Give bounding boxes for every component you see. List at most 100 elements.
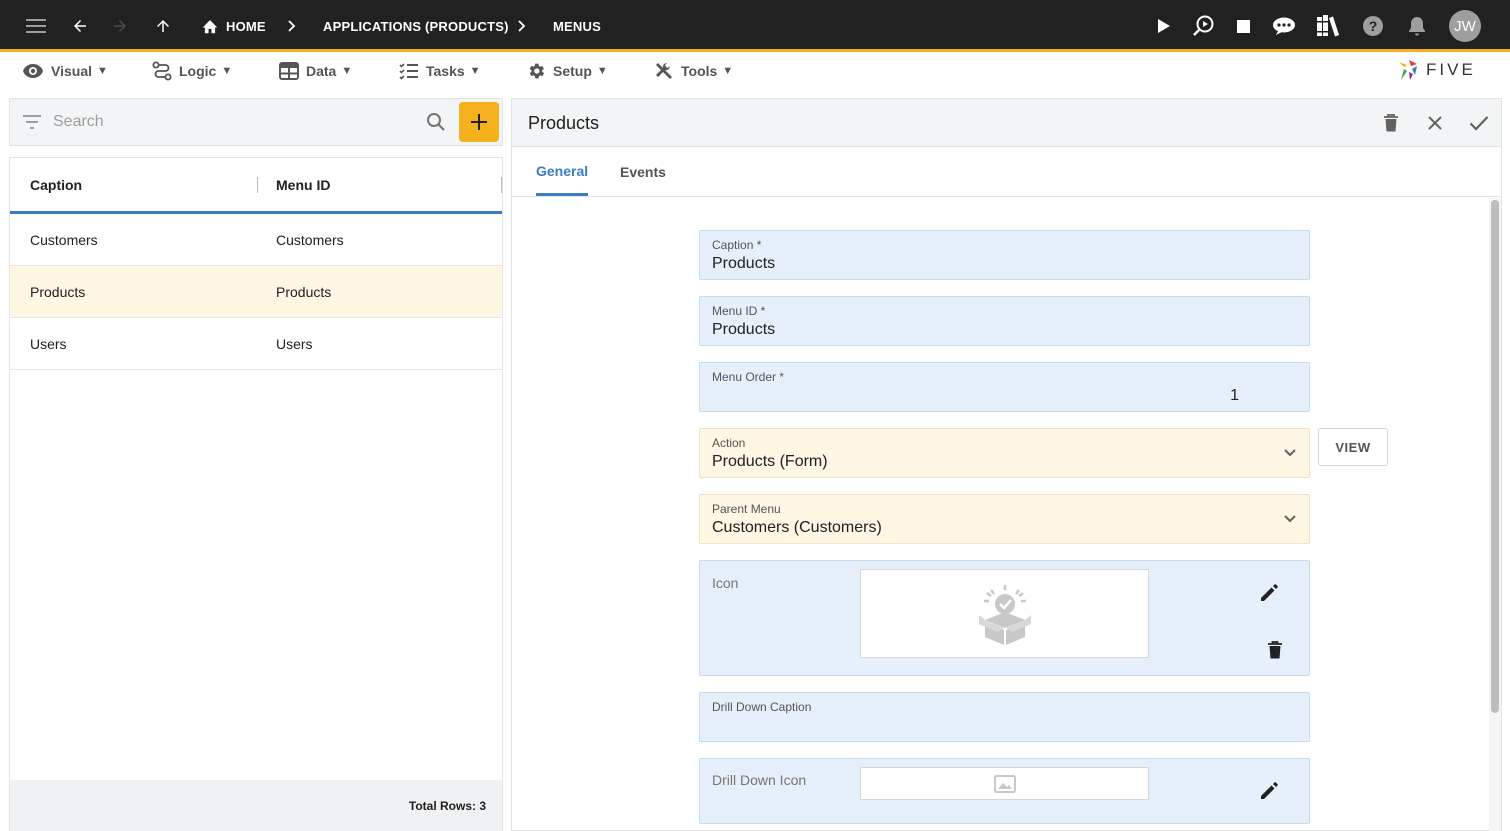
menu-logic[interactable]: Logic ▼	[152, 52, 232, 90]
dropdown-caret-icon: ▼	[221, 65, 233, 77]
add-button[interactable]	[459, 102, 499, 142]
dropdown-caret-icon: ▼	[469, 65, 481, 77]
menu-id-label: Menu ID *	[712, 304, 766, 318]
tools-icon	[656, 62, 672, 79]
table-icon	[279, 62, 299, 80]
tab-general[interactable]: General	[536, 148, 589, 196]
menu-order-value: 1	[1230, 387, 1239, 404]
hamburger-menu-icon[interactable]	[22, 0, 50, 52]
view-button[interactable]: VIEW	[1318, 428, 1388, 466]
table-row-selected[interactable]: Products Products	[10, 266, 502, 318]
drill-down-icon-preview[interactable]	[860, 767, 1149, 800]
menu-bar: Visual ▼ Logic ▼ Data ▼ Tasks ▼ Setup ▼ …	[0, 52, 1510, 92]
table-row[interactable]: Users Users	[10, 318, 502, 370]
edit-icon[interactable]	[1257, 779, 1281, 803]
breadcrumb-home[interactable]: HOME	[226, 0, 266, 52]
column-divider	[501, 177, 502, 193]
menu-tasks-label: Tasks	[426, 63, 465, 79]
search-bar	[9, 98, 503, 146]
help-icon[interactable]: ?	[1361, 0, 1385, 52]
notifications-bell-icon[interactable]	[1405, 0, 1429, 52]
icon-preview[interactable]	[860, 569, 1149, 658]
parent-menu-value: Customers (Customers)	[712, 519, 882, 536]
tasks-icon	[399, 63, 418, 80]
cell-menu-id: Customers	[276, 231, 344, 248]
menu-tools-label: Tools	[681, 63, 718, 79]
menu-list: Caption Menu ID Customers Customers Prod…	[9, 157, 503, 831]
home-icon[interactable]	[199, 0, 221, 52]
library-books-icon[interactable]	[1315, 0, 1341, 52]
chevron-right-icon	[517, 0, 527, 52]
form-panel: Products General Events Caption * Produc…	[511, 98, 1502, 831]
column-header-caption[interactable]: Caption	[30, 158, 82, 211]
cell-caption: Users	[30, 335, 67, 352]
chevron-down-icon[interactable]	[1283, 442, 1297, 469]
cell-menu-id: Users	[276, 335, 313, 352]
caption-field[interactable]: Caption * Products	[699, 230, 1310, 280]
menu-visual[interactable]: Visual ▼	[22, 52, 108, 90]
menu-order-field[interactable]: Menu Order * 1	[699, 362, 1310, 412]
action-select[interactable]: Action Products (Form)	[699, 428, 1310, 478]
drill-down-caption-label: Drill Down Caption	[712, 700, 812, 714]
filter-icon[interactable]	[22, 113, 42, 136]
five-logo: FIVE	[1396, 56, 1476, 84]
stop-icon[interactable]	[1232, 0, 1254, 52]
breadcrumb-menus[interactable]: MENUS	[553, 0, 601, 52]
tab-events[interactable]: Events	[620, 148, 666, 196]
back-arrow-icon[interactable]	[68, 0, 92, 52]
debug-search-icon[interactable]	[1190, 0, 1216, 52]
menu-tools[interactable]: Tools ▼	[654, 52, 733, 90]
table-row[interactable]: Customers Customers	[10, 214, 502, 266]
caption-label: Caption *	[712, 238, 762, 252]
delete-icon[interactable]	[1263, 638, 1287, 662]
column-divider	[257, 177, 258, 193]
edit-icon[interactable]	[1257, 581, 1281, 605]
play-icon[interactable]	[1152, 0, 1176, 52]
cell-caption: Customers	[30, 231, 98, 248]
form-title: Products	[528, 112, 600, 133]
action-value: Products (Form)	[712, 453, 828, 470]
close-icon[interactable]	[1423, 111, 1447, 135]
parent-menu-select[interactable]: Parent Menu Customers (Customers)	[699, 494, 1310, 544]
up-arrow-icon[interactable]	[151, 0, 175, 52]
total-rows: Total Rows: 3	[10, 780, 502, 831]
drill-down-icon-label: Drill Down Icon	[712, 772, 807, 788]
search-input[interactable]	[53, 109, 413, 135]
plus-icon	[471, 114, 487, 130]
image-placeholder-icon	[993, 774, 1016, 793]
user-avatar[interactable]: JW	[1449, 10, 1481, 42]
dropdown-caret-icon: ▼	[722, 65, 734, 77]
cell-menu-id: Products	[276, 283, 332, 300]
menu-setup[interactable]: Setup ▼	[526, 52, 608, 90]
product-box-icon	[978, 584, 1031, 645]
menu-data[interactable]: Data ▼	[279, 52, 352, 90]
menu-setup-label: Setup	[553, 63, 592, 79]
cell-caption: Products	[30, 283, 86, 300]
scrollbar-thumb[interactable]	[1491, 200, 1499, 713]
form-tabs: General Events	[512, 148, 1501, 197]
check-icon[interactable]	[1467, 111, 1491, 135]
menu-id-field[interactable]: Menu ID * Products	[699, 296, 1310, 346]
scrollbar[interactable]	[1489, 198, 1501, 831]
icon-field: Icon	[699, 560, 1310, 676]
list-header: Caption Menu ID	[10, 158, 502, 214]
chevron-right-icon	[287, 0, 297, 52]
logic-icon	[152, 61, 172, 81]
chevron-down-icon[interactable]	[1283, 508, 1297, 535]
column-header-menu-id[interactable]: Menu ID	[276, 158, 330, 211]
menu-visual-label: Visual	[51, 63, 92, 79]
menu-data-label: Data	[306, 63, 337, 79]
dropdown-caret-icon: ▼	[97, 65, 108, 77]
menu-tasks[interactable]: Tasks ▼	[399, 52, 481, 90]
menu-logic-label: Logic	[179, 63, 217, 79]
search-icon[interactable]	[426, 112, 446, 137]
eye-icon	[23, 64, 43, 78]
forward-arrow-icon[interactable]	[108, 0, 132, 52]
action-label: Action	[712, 436, 746, 450]
breadcrumb-applications[interactable]: APPLICATIONS (PRODUCTS)	[323, 0, 509, 52]
chat-bot-icon[interactable]	[1271, 0, 1297, 52]
menu-id-value: Products	[712, 321, 776, 338]
drill-down-caption-field[interactable]: Drill Down Caption	[699, 692, 1310, 742]
dropdown-caret-icon: ▼	[596, 65, 608, 77]
delete-icon[interactable]	[1379, 111, 1403, 135]
